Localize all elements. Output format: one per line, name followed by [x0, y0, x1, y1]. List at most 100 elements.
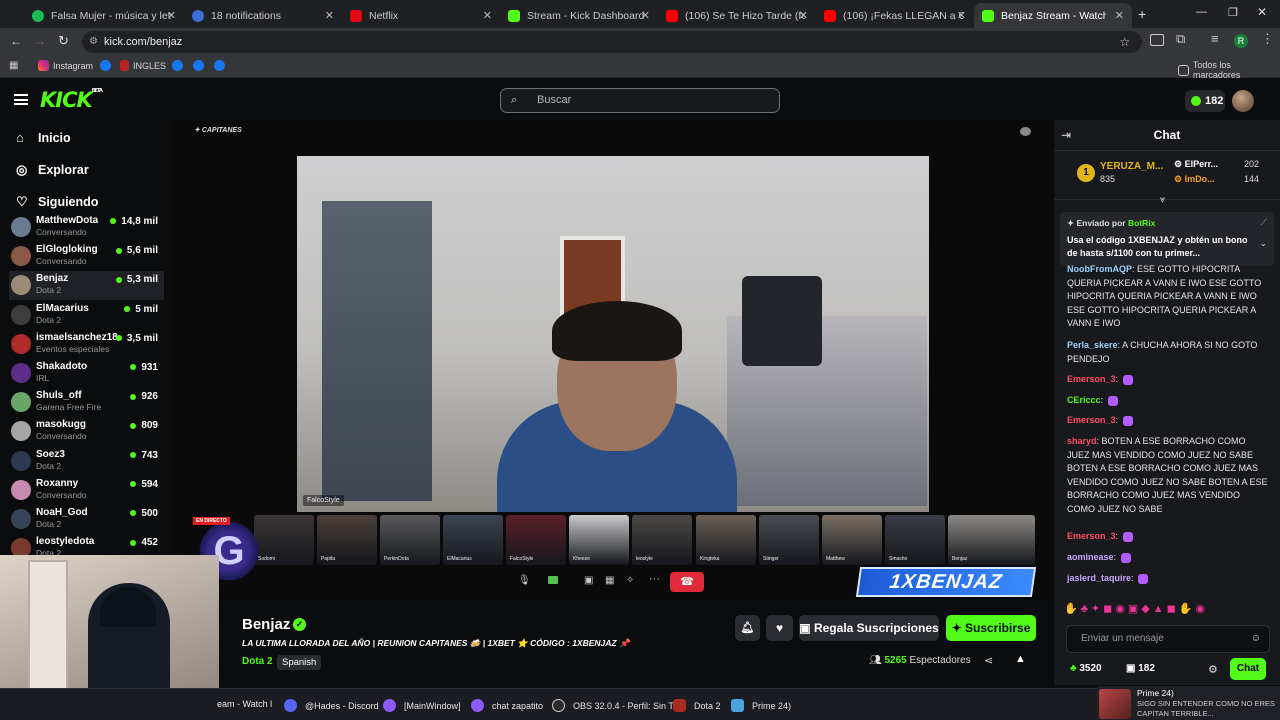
- close-icon[interactable]: ✕: [1115, 9, 1124, 22]
- reload-icon[interactable]: ↻: [58, 33, 69, 49]
- sidebar-channel-item[interactable]: masokugg Conversando 809: [9, 417, 164, 446]
- search-input[interactable]: ⌕ Buscar: [500, 88, 780, 113]
- kicks-balance[interactable]: 182: [1185, 90, 1225, 112]
- taskbar-item[interactable]: Prime 24): [731, 699, 791, 712]
- media-icon[interactable]: ≡: [1211, 31, 1219, 46]
- participant-thumbnail[interactable]: Kingteka: [696, 515, 756, 565]
- more-icon[interactable]: ···: [649, 573, 660, 585]
- participant-thumbnail[interactable]: FalcoStyle: [506, 515, 566, 565]
- participant-thumbnail[interactable]: leostyle: [632, 515, 692, 565]
- sidebar-channel-item[interactable]: NoaH_God Dota 2 500: [9, 505, 164, 534]
- participant-thumbnail[interactable]: Stinger: [759, 515, 819, 565]
- close-icon[interactable]: ✕: [799, 9, 808, 22]
- apps-grid-icon[interactable]: ▦: [9, 60, 18, 71]
- taskbar-item[interactable]: chat zapatito: [471, 699, 543, 712]
- emoji-icon[interactable]: ☺: [1251, 626, 1261, 652]
- close-icon[interactable]: ✕: [325, 9, 334, 22]
- sidebar-channel-item[interactable]: Roxanny Conversando 594: [9, 476, 164, 505]
- close-window-button[interactable]: ✕: [1257, 5, 1267, 19]
- subscribe-button[interactable]: ✦ Suscribirse: [946, 615, 1036, 641]
- participant-thumbnail[interactable]: PerkinDota: [380, 515, 440, 565]
- sidebar-channel-item[interactable]: ElMacarius Dota 2 5 mil: [9, 301, 164, 330]
- browser-tab[interactable]: Netflix ✕: [342, 3, 500, 28]
- url-field[interactable]: ⚙ kick.com/benjaz ☆: [82, 31, 1142, 53]
- nav-siguiendo[interactable]: ♡ Siguiendo: [16, 194, 98, 210]
- user-avatar[interactable]: [1232, 90, 1254, 112]
- settings-gear-icon[interactable]: ⚙: [1208, 663, 1218, 676]
- nav-inicio[interactable]: ⌂ Inicio: [16, 130, 71, 145]
- close-icon[interactable]: ✕: [641, 9, 650, 22]
- browser-tab-active[interactable]: Benjaz Stream - Watch Live✕: [974, 3, 1132, 28]
- gift-subscriptions-button[interactable]: ▣ Regala Suscripciones: [799, 615, 939, 641]
- participant-thumbnail[interactable]: Benjaz: [948, 515, 1035, 565]
- language-tag[interactable]: Spanish: [277, 655, 322, 670]
- pinned-message[interactable]: ✦ Enviado por BotRix Usa el código 1XBEN…: [1060, 212, 1274, 266]
- bookmark-facebook[interactable]: [214, 60, 229, 71]
- chat-username[interactable]: Emerson_3: [1067, 415, 1116, 425]
- bookmark-instagram[interactable]: Instagram: [38, 60, 93, 71]
- emote-bar[interactable]: ✋♣✦◼◉▣◆▲◼✋◉: [1064, 602, 1270, 618]
- bookmark-facebook[interactable]: [172, 60, 187, 71]
- chat-username[interactable]: aominease: [1067, 552, 1114, 562]
- participant-thumbnail[interactable]: Kheeze: [569, 515, 629, 565]
- back-icon[interactable]: ←: [10, 34, 22, 48]
- browser-tab[interactable]: (106) ¡Fekas LLEGAN a Colo✕: [816, 3, 974, 28]
- chat-username[interactable]: Emerson_3: [1067, 374, 1116, 384]
- category-link[interactable]: Dota 2: [242, 656, 273, 667]
- maximize-button[interactable]: ❐: [1228, 6, 1238, 19]
- notification-toast[interactable]: Prime 24) SIGO SIN ENTENDER COMO NO ERES…: [1097, 686, 1280, 720]
- unpin-icon[interactable]: ⟋: [1261, 217, 1267, 228]
- kicks-balance-chat[interactable]: ▣ 182: [1126, 663, 1155, 674]
- chat-message-input[interactable]: Enviar un mensaje ☺: [1066, 625, 1270, 653]
- site-info-icon[interactable]: ⚙: [89, 31, 98, 53]
- bookmark-facebook[interactable]: [193, 60, 208, 71]
- points-balance[interactable]: ♣ 3520: [1070, 663, 1102, 674]
- extensions-icon[interactable]: ⧉: [1176, 31, 1185, 47]
- chat-username[interactable]: Emerson_3: [1067, 531, 1116, 541]
- browser-tab[interactable]: 18 notifications ✕: [184, 3, 342, 28]
- browser-tab[interactable]: Stream - Kick Dashboard ✕: [500, 3, 658, 28]
- sidebar-channel-item[interactable]: MatthewDota Conversando 14,8 mil: [9, 213, 164, 242]
- notifications-bell-button[interactable]: 🔔︎: [735, 615, 760, 641]
- minimize-button[interactable]: —: [1196, 6, 1207, 18]
- profile-avatar[interactable]: R: [1234, 34, 1248, 48]
- browser-tab[interactable]: Falsa Mujer - música y letra de✕: [24, 3, 184, 28]
- sidebar-channel-item[interactable]: Soez3 Dota 2 743: [9, 447, 164, 476]
- bookmark-star-icon[interactable]: ☆: [1119, 31, 1130, 53]
- sidebar-channel-item[interactable]: ismaelsanchez18 Eventos especiales 3,5 mil: [9, 330, 164, 359]
- chat-username[interactable]: Perla_skere: [1067, 340, 1118, 350]
- close-icon[interactable]: ✕: [957, 9, 966, 22]
- chat-bubble-icon[interactable]: [1020, 127, 1031, 136]
- send-chat-button[interactable]: Chat: [1230, 658, 1266, 680]
- menu-icon[interactable]: ⋮: [1261, 31, 1274, 47]
- browser-tab[interactable]: (106) Se Te Hizo Tarde (feat. Ele✕: [658, 3, 816, 28]
- sidebar-channel-item[interactable]: Shakadoto IRL 931: [9, 359, 164, 388]
- screenshot-icon[interactable]: [1150, 34, 1164, 46]
- chat-username[interactable]: NoobFromAQP: [1067, 264, 1132, 274]
- close-icon[interactable]: ✕: [167, 9, 176, 22]
- camera-icon[interactable]: [548, 576, 558, 584]
- participant-thumbnail[interactable]: Papita: [317, 515, 377, 565]
- sidebar-channel-item[interactable]: Shuls_off Garena Free Fire 926: [9, 388, 164, 417]
- follow-heart-button[interactable]: ♥: [766, 615, 793, 641]
- screen-share-icon[interactable]: ▣: [584, 575, 593, 586]
- sidebar-channel-item[interactable]: ElGlogloking Conversando 5,6 mil: [9, 242, 164, 271]
- chat-username[interactable]: sharyd: [1067, 436, 1097, 446]
- chat-username[interactable]: jaslerd_taquire: [1067, 573, 1131, 583]
- taskbar-item[interactable]: [MainWindow]: [383, 699, 461, 712]
- participant-thumbnail[interactable]: Sodomi: [254, 515, 314, 565]
- taskbar-item[interactable]: OBS 32.0.4 - Perfil: Sin T: [552, 699, 674, 712]
- microphone-icon[interactable]: 🎙︎: [518, 575, 531, 586]
- participant-thumbnail[interactable]: Matthew: [822, 515, 882, 565]
- close-icon[interactable]: ✕: [483, 9, 492, 22]
- chat-username[interactable]: CEriccc: [1067, 395, 1101, 405]
- participant-thumbnail[interactable]: Smasho: [885, 515, 945, 565]
- streamer-name[interactable]: Benjaz: [242, 616, 290, 633]
- new-tab-button[interactable]: +: [1138, 6, 1146, 22]
- report-icon[interactable]: ▲: [1015, 653, 1026, 665]
- taskbar-item[interactable]: eam - Watch l: [217, 699, 272, 709]
- bookmark-facebook[interactable]: [100, 60, 115, 71]
- all-bookmarks[interactable]: Todos los marcadores: [1178, 60, 1280, 80]
- hang-up-button[interactable]: ☎: [670, 572, 704, 592]
- expand-filter-icon[interactable]: ⩔: [1160, 194, 1165, 205]
